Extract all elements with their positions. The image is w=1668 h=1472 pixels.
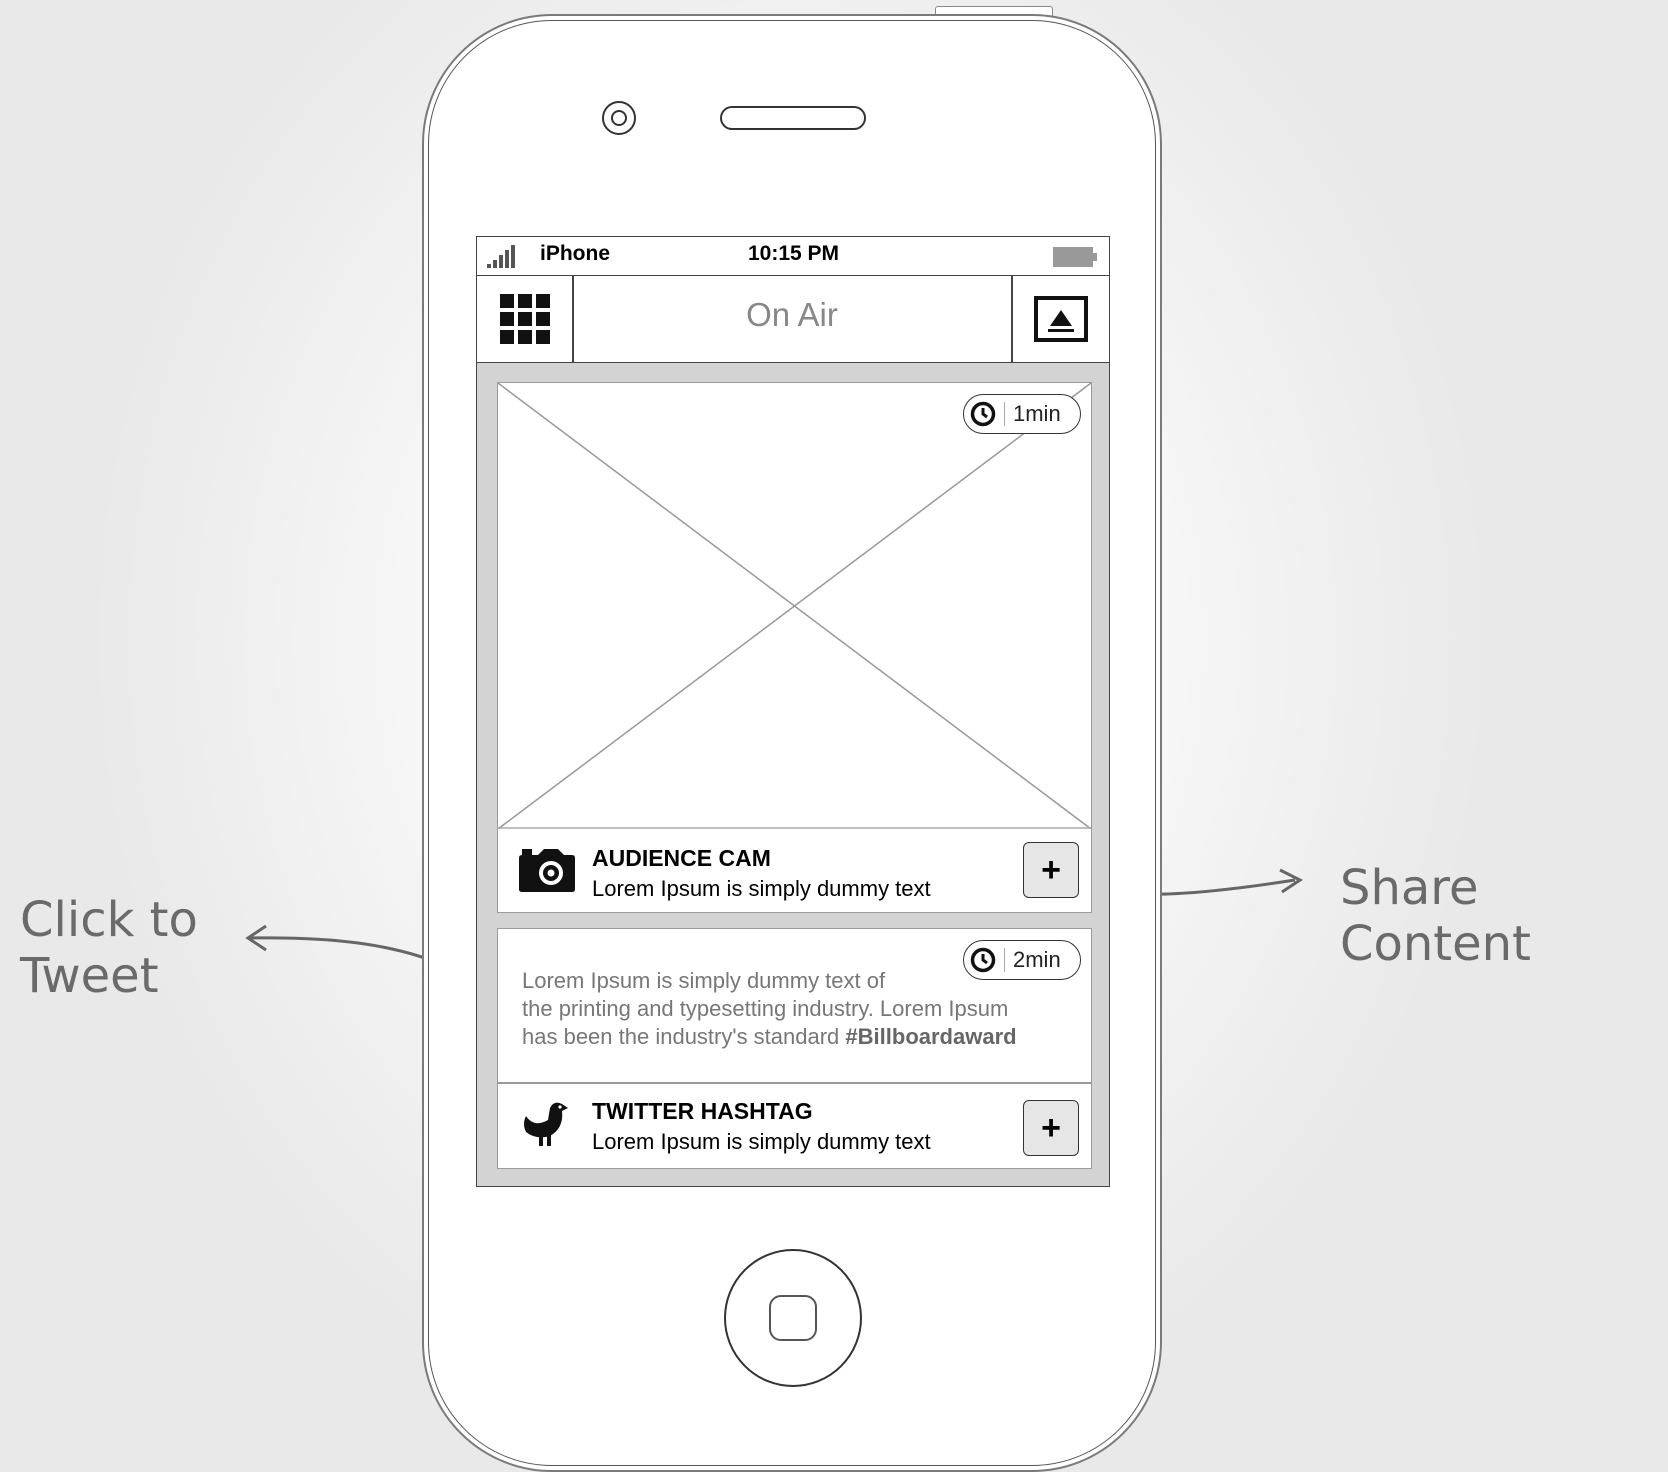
tweet-line-1: Lorem Ipsum is simply dummy text of	[522, 968, 886, 993]
feed-item-title: TWITTER HASHTAG	[592, 1098, 813, 1124]
battery-icon	[1053, 247, 1097, 267]
airplay-icon	[1034, 296, 1088, 342]
bird-icon[interactable]	[520, 1098, 572, 1150]
card-divider	[498, 1082, 1091, 1084]
time-ago-label: 1min	[1013, 401, 1061, 426]
status-time: 10:15 PM	[748, 242, 840, 265]
badge-divider	[1004, 402, 1005, 426]
tweet-line-3-text: has been the industry's standard	[522, 1024, 840, 1049]
feed-item-subtitle: Lorem Ipsum is simply dummy text	[592, 876, 931, 901]
hashtag-link[interactable]: #Billboardaward	[845, 1024, 1016, 1049]
clock-icon	[970, 401, 996, 427]
time-ago-label: 2min	[1013, 947, 1061, 972]
earpiece-speaker	[720, 106, 866, 130]
image-placeholder	[498, 383, 1091, 829]
share-content-button[interactable]: +	[1023, 842, 1079, 898]
signal-strength-icon	[487, 245, 515, 268]
carrier-name: iPhone	[540, 242, 611, 265]
tweet-line-2: the printing and typesetting industry. L…	[522, 996, 1009, 1021]
tweet-text: Lorem Ipsum is simply dummy text of the …	[522, 967, 1017, 1051]
feed-item-subtitle: Lorem Ipsum is simply dummy text	[592, 1129, 931, 1154]
grid-menu-icon	[500, 294, 550, 344]
airplay-button[interactable]	[1013, 277, 1109, 362]
time-badge-1min: 1min	[963, 394, 1081, 434]
feed-item-title: AUDIENCE CAM	[592, 845, 771, 871]
camera-icon	[519, 849, 575, 892]
tweet-line-3: has been the industry's standard #Billbo…	[522, 1023, 1017, 1051]
front-camera	[602, 101, 636, 135]
home-button-icon	[769, 1295, 817, 1341]
menu-button[interactable]	[478, 277, 572, 362]
add-tweet-button[interactable]: +	[1023, 1100, 1079, 1156]
page-title: On Air	[746, 296, 838, 333]
